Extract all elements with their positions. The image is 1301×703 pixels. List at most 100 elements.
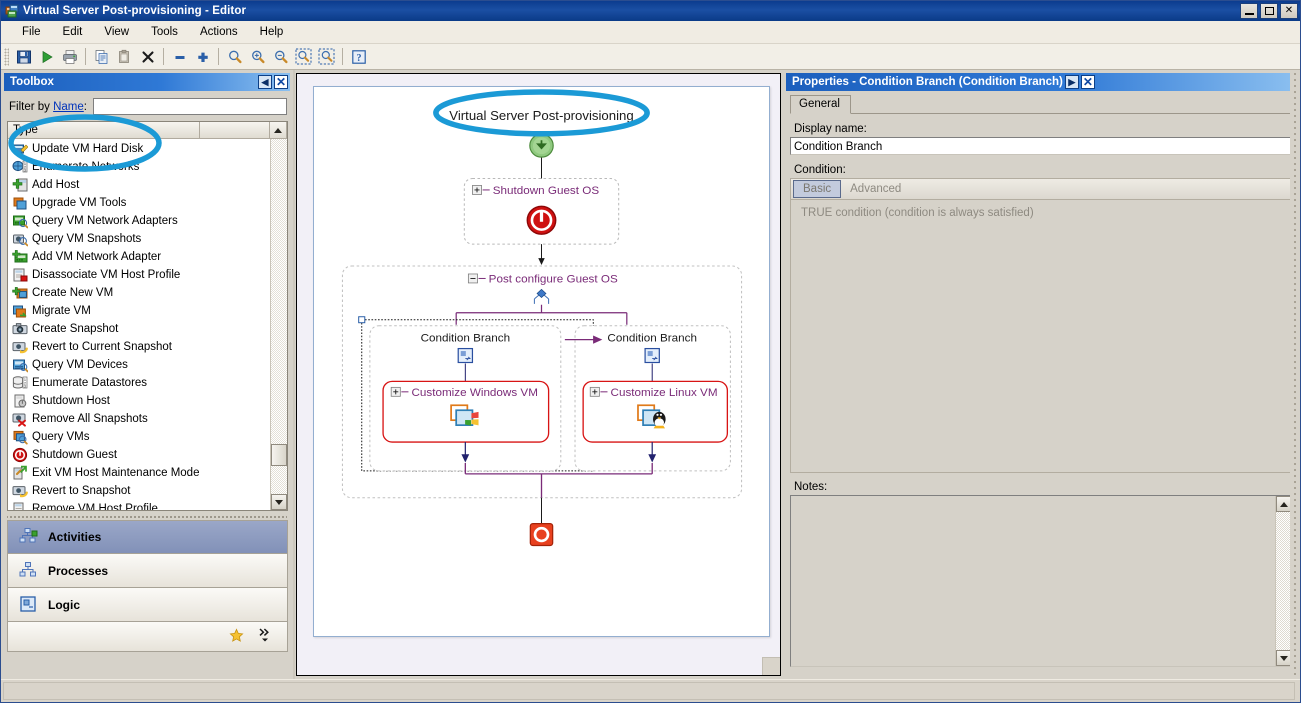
- properties-close-button[interactable]: ✕: [1080, 75, 1095, 89]
- condition-tab-basic[interactable]: Basic: [793, 180, 842, 198]
- list-item-label: Disassociate VM Host Profile: [32, 269, 181, 281]
- canvas-resize-corner: [762, 657, 780, 675]
- printer-icon[interactable]: [58, 46, 81, 68]
- help-info-icon[interactable]: ?: [347, 46, 370, 68]
- properties-panel: Properties - Condition Branch (Condition…: [8, 70, 1300, 679]
- list-item[interactable]: Exit VM Host Maintenance Mode: [8, 464, 270, 482]
- list-item[interactable]: 1 2 3 Enumerate Datastores: [8, 374, 270, 392]
- list-item[interactable]: Query VM Snapshots: [8, 230, 270, 248]
- star-icon[interactable]: [229, 627, 244, 646]
- list-item[interactable]: Add VM Network Adapter: [8, 248, 270, 266]
- list-item-label: Shutdown Guest: [32, 449, 118, 461]
- node-label-condition-branch-left: Condition Branch: [421, 333, 511, 345]
- node-label-condition-branch-right: Condition Branch: [607, 333, 697, 345]
- filter-by-name-link[interactable]: Name: [53, 101, 84, 113]
- shutdown-host-icon: [12, 393, 28, 409]
- toolbox-close-button[interactable]: ✕: [274, 75, 288, 89]
- list-item[interactable]: 1 2 3 Enumerate Networks: [8, 158, 270, 176]
- menu-item-help[interactable]: Help: [249, 23, 295, 41]
- toolbox-splitter[interactable]: [7, 513, 287, 520]
- list-scroll-up-indicator[interactable]: [270, 122, 287, 139]
- node-shutdown-guest-os: Shutdown Guest OS: [463, 178, 620, 245]
- copy-icon[interactable]: [90, 46, 113, 68]
- display-name-input[interactable]: [790, 137, 1293, 155]
- node-label-post-configure: Post configure Guest OS: [489, 274, 618, 286]
- toolbox-scrollbar[interactable]: [270, 139, 287, 510]
- magnifier-plus-icon[interactable]: [246, 46, 269, 68]
- delete-x-icon[interactable]: [136, 46, 159, 68]
- scrollbar-thumb[interactable]: [271, 444, 287, 466]
- save-icon[interactable]: [12, 46, 35, 68]
- toolbox-panel: Toolbox ◀ ✕ Filter by Name: Type Update …: [1, 70, 295, 679]
- sidebar-item-activities[interactable]: Activities: [7, 520, 288, 554]
- notes-field[interactable]: [790, 495, 1293, 667]
- list-item-label: Remove VM Host Profile: [32, 503, 158, 510]
- zoom-selection-icon[interactable]: [292, 46, 315, 68]
- list-item-label: Enumerate Networks: [32, 161, 140, 173]
- minus-icon[interactable]: [168, 46, 191, 68]
- create-new-vm-icon: [12, 285, 28, 301]
- minimize-button[interactable]: [1240, 3, 1258, 19]
- scroll-down-button[interactable]: [271, 494, 287, 510]
- canvas-viewport[interactable]: Virtual Server Post-provisioning Shutdow…: [296, 73, 781, 676]
- shutdown-guest-icon: [12, 447, 28, 463]
- toolbox-collapse-button[interactable]: ◀: [258, 75, 272, 89]
- selection-handle: [358, 316, 366, 324]
- right-dock-rail[interactable]: [1290, 73, 1300, 678]
- list-item[interactable]: Shutdown Host: [8, 392, 270, 410]
- list-item[interactable]: Create Snapshot: [8, 320, 270, 338]
- node-condition-branch-left: Condition Branch Customize Windows VM: [369, 325, 562, 472]
- play-icon[interactable]: [35, 46, 58, 68]
- list-item[interactable]: Create New VM: [8, 284, 270, 302]
- list-item[interactable]: Remove All Snapshots: [8, 410, 270, 428]
- list-item-label: Shutdown Host: [32, 395, 110, 407]
- maximize-button[interactable]: [1260, 3, 1278, 19]
- magnifier-minus-icon[interactable]: [269, 46, 292, 68]
- list-item[interactable]: Remove VM Host Profile: [8, 500, 270, 510]
- notes-label: Notes:: [794, 481, 828, 493]
- list-item[interactable]: Query VM Network Adapters: [8, 212, 270, 230]
- chevron-double-right-icon[interactable]: [258, 627, 273, 646]
- toolbox-list-header: Type: [8, 122, 287, 139]
- paste-icon[interactable]: [113, 46, 136, 68]
- condition-content[interactable]: TRUE condition (condition is always sati…: [790, 200, 1293, 473]
- toolbox-filter-input[interactable]: [92, 98, 287, 115]
- list-item[interactable]: Shutdown Guest: [8, 446, 270, 464]
- column-header-blank[interactable]: [200, 122, 270, 139]
- status-bar: [1, 679, 1300, 702]
- list-item[interactable]: Query VM Devices: [8, 356, 270, 374]
- menu-item-edit[interactable]: Edit: [52, 23, 94, 41]
- list-item[interactable]: Query VMs: [8, 428, 270, 446]
- properties-expand-button[interactable]: ▶: [1064, 75, 1079, 89]
- update-vm-hard-disk-icon: [12, 141, 29, 157]
- magnifier-icon[interactable]: [223, 46, 246, 68]
- sidebar-item-logic[interactable]: Logic: [7, 588, 288, 622]
- workflow-canvas[interactable]: Virtual Server Post-provisioning Shutdow…: [313, 86, 770, 637]
- sidebar-item-processes[interactable]: Processes: [7, 554, 288, 588]
- logic-icon: [18, 594, 40, 616]
- list-item[interactable]: Add Host: [8, 176, 270, 194]
- column-header-type[interactable]: Type: [8, 122, 200, 139]
- list-item[interactable]: Revert to Snapshot: [8, 482, 270, 500]
- list-item[interactable]: Upgrade VM Tools: [8, 194, 270, 212]
- menu-item-file[interactable]: File: [11, 23, 52, 41]
- list-item[interactable]: Update VM Hard Disk: [8, 140, 270, 158]
- menu-item-view[interactable]: View: [93, 23, 140, 41]
- close-button[interactable]: ✕: [1280, 3, 1298, 19]
- svg-text:3: 3: [24, 385, 26, 389]
- list-item-label: Add Host: [32, 179, 80, 191]
- list-item[interactable]: Revert to Current Snapshot: [8, 338, 270, 356]
- menu-item-tools[interactable]: Tools: [140, 23, 189, 41]
- properties-body: General Display name: Condition: Basic A…: [786, 91, 1297, 679]
- list-item-label: Revert to Current Snapshot: [32, 341, 172, 353]
- list-item[interactable]: Migrate VM: [8, 302, 270, 320]
- tab-general[interactable]: General: [790, 95, 851, 114]
- toolbar-grip[interactable]: [4, 47, 9, 66]
- menu-item-actions[interactable]: Actions: [189, 23, 249, 41]
- list-item[interactable]: Disassociate VM Host Profile: [8, 266, 270, 284]
- notes-textarea[interactable]: [791, 496, 1275, 666]
- zoom-fit-icon[interactable]: [315, 46, 338, 68]
- list-item-label: Remove All Snapshots: [32, 413, 148, 425]
- plus-icon[interactable]: [191, 46, 214, 68]
- condition-tab-advanced[interactable]: Advanced: [841, 181, 910, 197]
